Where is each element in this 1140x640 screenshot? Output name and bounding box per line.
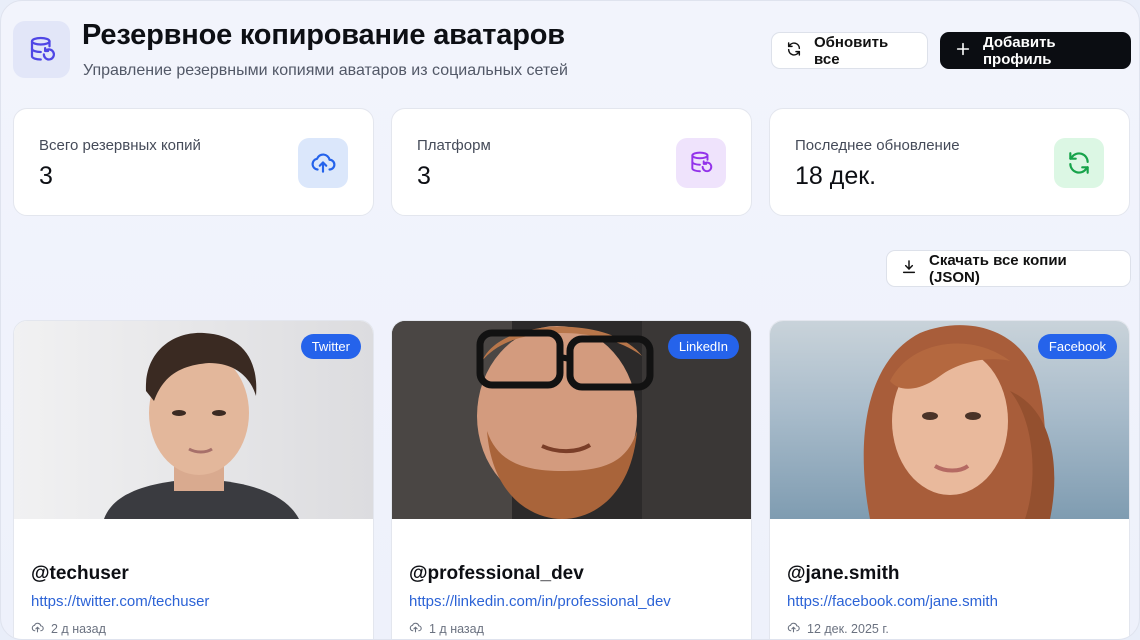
profile-link[interactable]: https://facebook.com/jane.smith bbox=[787, 593, 998, 610]
profile-card-facebook[interactable]: Facebook @jane.smith https://facebook.co… bbox=[769, 320, 1130, 639]
add-profile-label: Добавить профиль bbox=[983, 33, 1056, 68]
refresh-icon bbox=[786, 41, 802, 61]
download-json-button[interactable]: Скачать все копии (JSON) bbox=[886, 250, 1131, 287]
platform-badge: Twitter bbox=[300, 334, 361, 359]
database-restore-icon bbox=[13, 21, 70, 78]
database-restore-icon bbox=[676, 138, 726, 188]
stat-card-last-update: Последнее обновление 18 дек. bbox=[769, 108, 1130, 216]
stat-card-platforms: Платформ 3 bbox=[391, 108, 752, 216]
stat-label: Последнее обновление bbox=[795, 137, 960, 154]
stat-value: 3 bbox=[417, 162, 431, 190]
refresh-icon bbox=[1054, 138, 1104, 188]
platform-badge: LinkedIn bbox=[667, 334, 739, 359]
backup-time-label: 2 д назад bbox=[51, 622, 106, 636]
profile-card-twitter[interactable]: Twitter @techuser https://twitter.com/te… bbox=[13, 320, 374, 639]
backup-time-label: 12 дек. 2025 г. bbox=[807, 622, 889, 636]
platform-badge: Facebook bbox=[1037, 334, 1117, 359]
profile-handle: @jane.smith bbox=[787, 563, 900, 584]
cloud-upload-icon bbox=[31, 621, 44, 637]
stat-card-total-backups: Всего резервных копий 3 bbox=[13, 108, 374, 216]
stat-label: Платформ bbox=[417, 137, 491, 154]
stat-label: Всего резервных копий bbox=[39, 137, 201, 154]
app-window: Резервное копирование аватаров Управлени… bbox=[0, 0, 1140, 640]
profile-handle: @professional_dev bbox=[409, 563, 584, 584]
page-subtitle: Управление резервными копиями аватаров и… bbox=[83, 62, 568, 79]
add-profile-button[interactable]: Добавить профиль bbox=[940, 32, 1131, 69]
refresh-all-label: Обновить все bbox=[814, 33, 889, 68]
profile-handle: @techuser bbox=[31, 563, 129, 584]
refresh-all-button[interactable]: Обновить все bbox=[771, 32, 928, 69]
stat-value: 3 bbox=[39, 162, 53, 190]
backup-time: 12 дек. 2025 г. bbox=[787, 621, 889, 637]
download-json-label: Скачать все копии (JSON) bbox=[929, 251, 1067, 286]
backup-time-label: 1 д назад bbox=[429, 622, 484, 636]
plus-icon bbox=[955, 41, 971, 61]
cloud-upload-icon bbox=[409, 621, 422, 637]
profile-link[interactable]: https://twitter.com/techuser bbox=[31, 593, 209, 610]
backup-time: 1 д назад bbox=[409, 621, 484, 637]
page-title: Резервное копирование аватаров bbox=[82, 19, 565, 51]
download-icon bbox=[901, 259, 917, 279]
stat-value: 18 дек. bbox=[795, 162, 877, 190]
cloud-upload-icon bbox=[298, 138, 348, 188]
backup-time: 2 д назад bbox=[31, 621, 106, 637]
profile-card-linkedin[interactable]: LinkedIn @professional_dev https://linke… bbox=[391, 320, 752, 639]
profile-link[interactable]: https://linkedin.com/in/professional_dev bbox=[409, 593, 671, 610]
cloud-upload-icon bbox=[787, 621, 800, 637]
